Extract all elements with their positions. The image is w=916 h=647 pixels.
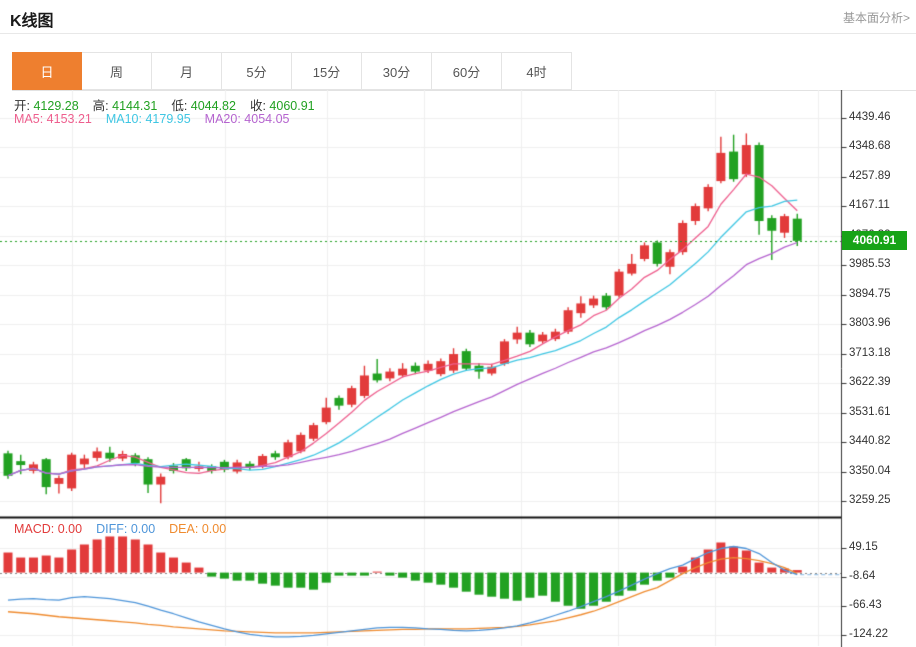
price-axis-label: 3985.53	[849, 258, 891, 270]
ohlc-high-label: 高:	[93, 99, 109, 113]
ma-legend-row: MA5: 4153.21 MA10: 4179.95 MA20: 4054.05	[14, 112, 303, 126]
macd-diff-value: 0.00	[127, 522, 155, 536]
ohlc-low-value: 4044.82	[187, 99, 236, 113]
macd-dea-label: DEA:	[169, 522, 198, 536]
ma-ma10-label: MA10:	[106, 112, 142, 126]
price-axis-label: 3531.61	[849, 406, 891, 418]
ma-ma20-label: MA20:	[205, 112, 241, 126]
price-axis-label: 4348.68	[849, 140, 891, 152]
macd-macd-value: 0.00	[54, 522, 82, 536]
current-price-tag: 4060.91	[842, 231, 907, 250]
price-axis-label: 3622.39	[849, 376, 891, 388]
ohlc-high-value: 4144.31	[109, 99, 158, 113]
ma-ma5-label: MA5:	[14, 112, 43, 126]
kline-chart-canvas[interactable]	[0, 90, 916, 647]
ma-ma5-value: 4153.21	[43, 112, 92, 126]
page-title: K线图	[10, 7, 54, 31]
tab-m15[interactable]: 15分	[292, 52, 362, 90]
price-axis-label: 3259.25	[849, 494, 891, 506]
macd-axis-label: 49.15	[849, 541, 878, 553]
interval-tabbar: 日周月5分15分30分60分4时	[12, 52, 916, 91]
title-bar: K线图 基本面分析>	[0, 0, 916, 34]
ohlc-close-label: 收:	[250, 99, 266, 113]
price-axis-label: 3350.04	[849, 465, 891, 477]
price-axis-label: 3440.82	[849, 435, 891, 447]
ohlc-open-label: 开:	[14, 99, 30, 113]
price-axis-label: 3894.75	[849, 288, 891, 300]
tab-week[interactable]: 周	[82, 52, 152, 90]
macd-axis-label: -124.22	[849, 628, 888, 640]
price-axis-label: 4439.46	[849, 111, 891, 123]
tab-m60[interactable]: 60分	[432, 52, 502, 90]
price-axis-label: 4167.11	[849, 199, 890, 211]
macd-diff-label: DIFF:	[96, 522, 127, 536]
macd-axis-label: -66.43	[849, 599, 882, 611]
tab-m5[interactable]: 5分	[222, 52, 292, 90]
ohlc-close-value: 4060.91	[266, 99, 315, 113]
tab-h4[interactable]: 4时	[502, 52, 572, 90]
tab-m30[interactable]: 30分	[362, 52, 432, 90]
ohlc-open-value: 4129.28	[30, 99, 79, 113]
macd-macd-label: MACD:	[14, 522, 54, 536]
ma-ma10-value: 4179.95	[142, 112, 191, 126]
tab-month[interactable]: 月	[152, 52, 222, 90]
macd-legend-row: MACD: 0.00DIFF: 0.00DEA: 0.00	[14, 522, 240, 536]
fundamental-analysis-link[interactable]: 基本面分析>	[843, 9, 910, 26]
price-axis-label: 3803.96	[849, 317, 891, 329]
macd-dea-value: 0.00	[198, 522, 226, 536]
price-axis-label: 4257.89	[849, 170, 891, 182]
macd-axis-label: -8.64	[849, 570, 875, 582]
ma-ma20-value: 4054.05	[241, 112, 290, 126]
chart-area: 开: 4129.28 高: 4144.31 低: 4044.82 收: 4060.91…	[0, 90, 916, 647]
price-axis-label: 3713.18	[849, 347, 891, 359]
ohlc-low-label: 低:	[171, 99, 187, 113]
tab-day[interactable]: 日	[12, 52, 82, 90]
